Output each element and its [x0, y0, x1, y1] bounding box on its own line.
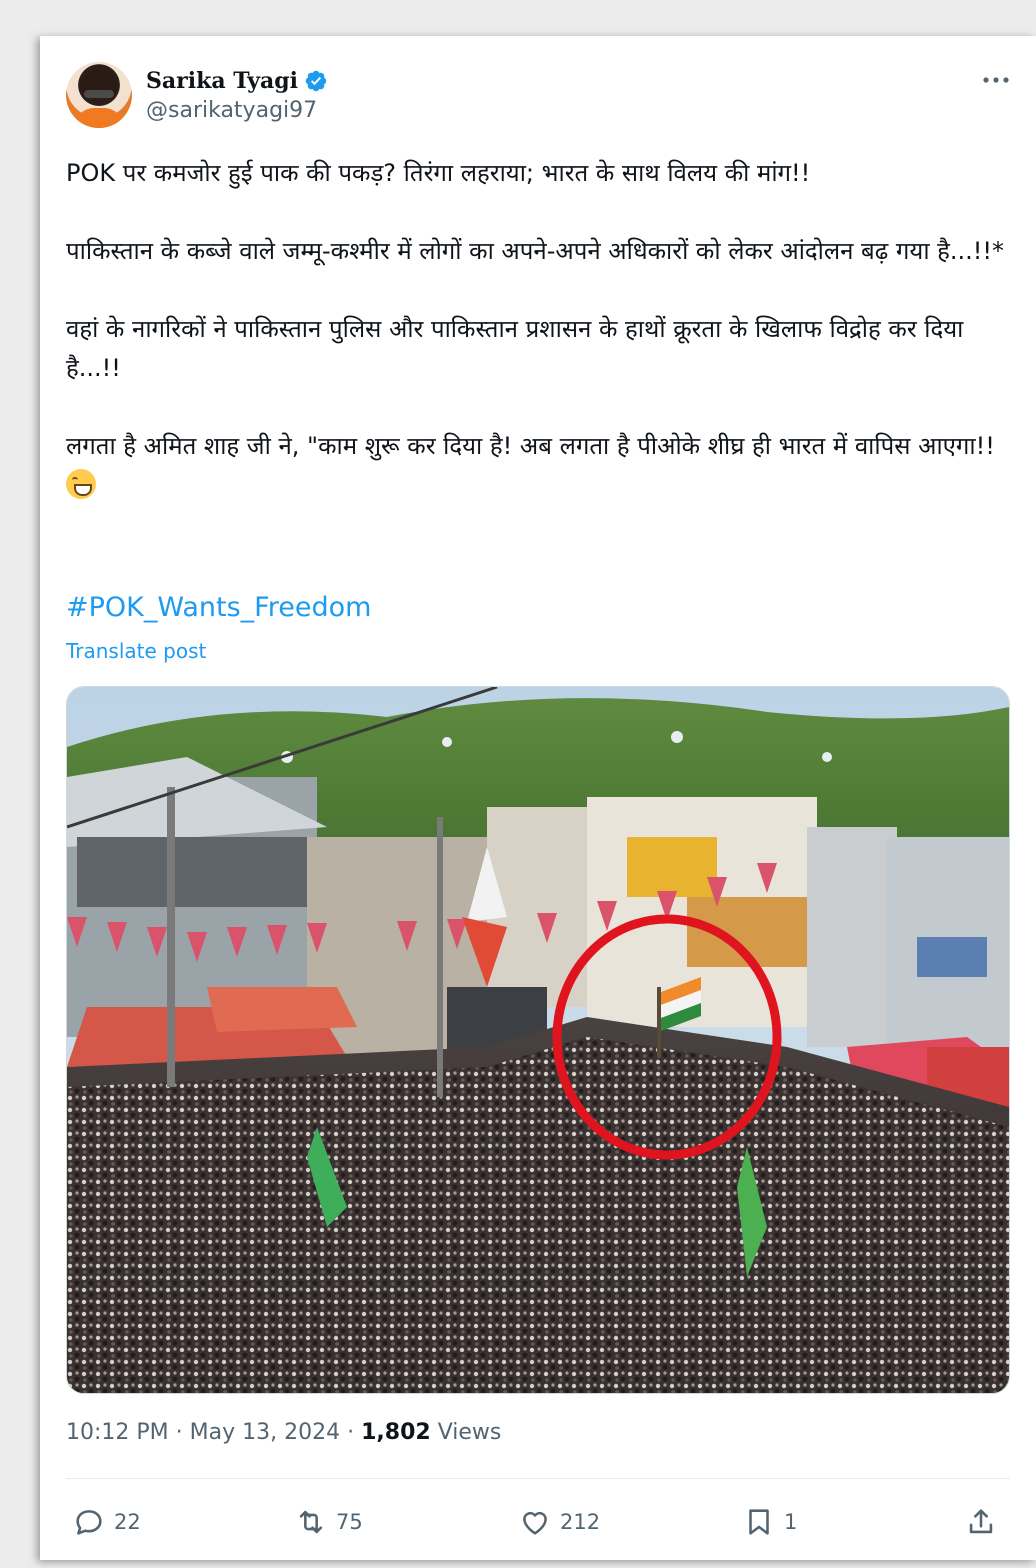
- views-label: Views: [437, 1420, 502, 1445]
- verified-badge-icon: [305, 70, 327, 92]
- like-icon: [523, 1511, 547, 1535]
- like-button[interactable]: 212: [518, 1498, 600, 1546]
- bookmark-count: 1: [784, 1510, 798, 1534]
- reply-count: 22: [114, 1510, 141, 1534]
- hashtag-link[interactable]: #POK_Wants_Freedom: [66, 592, 371, 623]
- divider: [66, 1478, 1010, 1479]
- like-count: 212: [560, 1510, 601, 1534]
- repost-count: 75: [336, 1510, 363, 1534]
- reply-icon: [76, 1510, 102, 1535]
- avatar[interactable]: [66, 62, 132, 128]
- share-button[interactable]: [964, 1498, 1006, 1546]
- grinning-face-emoji: [66, 469, 96, 499]
- meta-separator: ·: [175, 1420, 183, 1445]
- author-name-row: Sarika Tyagi: [146, 64, 328, 98]
- repost-icon: [299, 1510, 323, 1534]
- author-handle[interactable]: @sarikatyagi97: [146, 98, 317, 123]
- post-date[interactable]: May 13, 2024: [190, 1420, 340, 1445]
- post-image[interactable]: [66, 686, 1010, 1394]
- repost-button[interactable]: 75: [294, 1498, 363, 1546]
- post-time[interactable]: 10:12 PM: [66, 1420, 169, 1445]
- post-text-content: POK पर कमजोर हुई पाक की पकड़? तिरंगा लहर…: [66, 159, 1005, 460]
- action-bar: 22 75 212 1: [66, 1498, 1010, 1546]
- bookmark-icon: [749, 1509, 769, 1535]
- views-count: 1,802: [361, 1420, 431, 1445]
- meta-separator: ·: [347, 1420, 355, 1445]
- post-text: POK पर कमजोर हुई पाक की पकड़? तिरंगा लहर…: [66, 154, 1016, 505]
- reply-button[interactable]: 22: [72, 1498, 141, 1546]
- more-icon[interactable]: [980, 70, 1012, 90]
- translate-post-link[interactable]: Translate post: [66, 639, 206, 663]
- bookmark-button[interactable]: 1: [742, 1498, 797, 1546]
- author-name[interactable]: Sarika Tyagi: [146, 68, 298, 94]
- post-meta: 10:12 PM · May 13, 2024 · 1,802 Views: [66, 1420, 501, 1445]
- post-card: Sarika Tyagi @sarikatyagi97 POK पर कमजोर…: [40, 36, 1036, 1560]
- share-icon: [969, 1509, 993, 1534]
